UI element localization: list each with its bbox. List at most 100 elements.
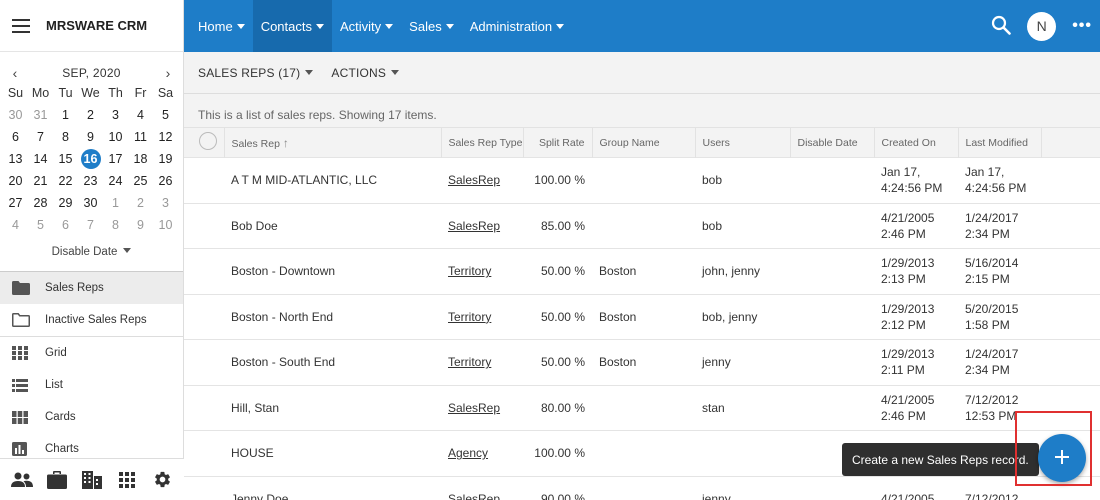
more-options-icon[interactable]: •••: [1072, 17, 1092, 35]
calendar-day[interactable]: 15: [53, 148, 78, 170]
calendar-day[interactable]: 3: [153, 192, 178, 214]
calendar-day[interactable]: 24: [103, 170, 128, 192]
nav-home[interactable]: Home: [190, 0, 253, 52]
calendar-day[interactable]: 7: [28, 126, 53, 148]
nav-administration[interactable]: Administration: [462, 0, 572, 52]
column-header-disable-date[interactable]: Disable Date: [790, 127, 875, 158]
calendar-day[interactable]: 7: [78, 214, 103, 236]
column-header-group-name[interactable]: Group Name: [592, 127, 696, 158]
calendar-day[interactable]: 9: [128, 214, 153, 236]
calendar-day[interactable]: 3: [103, 104, 128, 126]
cell-sales-rep[interactable]: Bob Doe: [224, 203, 441, 249]
calendar-day[interactable]: 11: [128, 126, 153, 148]
calendar-day[interactable]: 26: [153, 170, 178, 192]
type-link[interactable]: SalesRep: [448, 219, 500, 233]
calendar-day[interactable]: 20: [3, 170, 28, 192]
briefcase-icon[interactable]: [45, 468, 69, 492]
view-selector-dropdown[interactable]: SALES REPS (17): [198, 66, 314, 80]
select-all-checkbox[interactable]: [199, 132, 217, 150]
type-link[interactable]: Territory: [448, 310, 491, 324]
actions-dropdown[interactable]: ACTIONS: [331, 66, 400, 80]
nav-activity[interactable]: Activity: [332, 0, 401, 52]
calendar-day[interactable]: 21: [28, 170, 53, 192]
calendar-day[interactable]: 13: [3, 148, 28, 170]
calendar-day[interactable]: 31: [28, 104, 53, 126]
table-row[interactable]: Boston - North End Territory 50.00 % Boston…: [184, 294, 1100, 340]
sidebar-item-cards[interactable]: Cards: [0, 401, 183, 433]
disable-date-dropdown[interactable]: Disable Date: [0, 242, 183, 262]
calendar-day[interactable]: 8: [53, 126, 78, 148]
table-row[interactable]: Jenny Doe SalesRep 90.00 % jenny 4/21/2005 7/…: [184, 476, 1100, 500]
type-link[interactable]: Territory: [448, 264, 491, 278]
column-header-split-rate[interactable]: Split Rate: [523, 127, 593, 158]
calendar-day[interactable]: 1: [103, 192, 128, 214]
sidebar-item-sales-reps[interactable]: Sales Reps: [0, 272, 183, 304]
calendar-day[interactable]: 9: [78, 126, 103, 148]
calendar-day[interactable]: 17: [103, 148, 128, 170]
calendar-day[interactable]: 23: [78, 170, 103, 192]
people-icon[interactable]: [10, 468, 34, 492]
calendar-day[interactable]: 19: [153, 148, 178, 170]
sidebar-item-inactive-sales-reps[interactable]: Inactive Sales Reps: [0, 304, 183, 336]
weekday-label: Mo: [31, 86, 50, 100]
cell-sales-rep[interactable]: Boston - North End: [224, 294, 441, 340]
calendar-day[interactable]: 27: [3, 192, 28, 214]
calendar-day[interactable]: 30: [78, 192, 103, 214]
gear-icon[interactable]: [150, 468, 174, 492]
column-header-users[interactable]: Users: [695, 127, 791, 158]
chevron-left-icon[interactable]: ‹: [8, 65, 22, 81]
sidebar-item-list[interactable]: List: [0, 369, 183, 401]
sidebar-item-grid[interactable]: Grid: [0, 337, 183, 369]
calendar-day-today[interactable]: 16: [78, 148, 103, 170]
calendar-day[interactable]: 22: [53, 170, 78, 192]
calendar-day[interactable]: 1: [53, 104, 78, 126]
cell-sales-rep[interactable]: Boston - Downtown: [224, 249, 441, 295]
calendar-day[interactable]: 12: [153, 126, 178, 148]
column-header-last-modified[interactable]: Last Modified: [958, 127, 1042, 158]
calendar-day[interactable]: 10: [153, 214, 178, 236]
calendar-day[interactable]: 4: [3, 214, 28, 236]
column-header-sales-rep[interactable]: Sales Rep ↑: [224, 127, 442, 158]
table-row[interactable]: Bob Doe SalesRep 85.00 % bob 4/21/2005 2:46 P…: [184, 203, 1100, 249]
cell-users: [695, 431, 790, 477]
calendar-day[interactable]: 14: [28, 148, 53, 170]
search-icon[interactable]: [991, 15, 1013, 37]
calendar-day[interactable]: 29: [53, 192, 78, 214]
type-link[interactable]: Territory: [448, 355, 491, 369]
table-row[interactable]: A T M MID-ATLANTIC, LLC SalesRep 100.00 % b…: [184, 157, 1100, 204]
type-link[interactable]: SalesRep: [448, 173, 500, 187]
table-row[interactable]: Boston - Downtown Territory 50.00 % Boston j…: [184, 248, 1100, 295]
calendar-day[interactable]: 18: [128, 148, 153, 170]
calendar-day[interactable]: 4: [128, 104, 153, 126]
calendar-day[interactable]: 28: [28, 192, 53, 214]
cell-sales-rep[interactable]: A T M MID-ATLANTIC, LLC: [224, 158, 441, 204]
nav-contacts[interactable]: Contacts: [252, 0, 332, 52]
column-header-created-on[interactable]: Created On: [874, 127, 959, 158]
column-header-type[interactable]: Sales Rep Type: [441, 127, 524, 158]
nav-sales[interactable]: Sales: [401, 0, 462, 52]
type-link[interactable]: SalesRep: [448, 492, 500, 500]
building-icon[interactable]: [80, 468, 104, 492]
calendar-day[interactable]: 2: [78, 104, 103, 126]
calendar-day[interactable]: 10: [103, 126, 128, 148]
calendar-day[interactable]: 5: [153, 104, 178, 126]
hamburger-menu-icon[interactable]: [12, 18, 30, 33]
type-link[interactable]: SalesRep: [448, 401, 500, 415]
calendar-day[interactable]: 25: [128, 170, 153, 192]
calendar-day[interactable]: 2: [128, 192, 153, 214]
calendar-day[interactable]: 8: [103, 214, 128, 236]
cell-sales-rep[interactable]: Hill, Stan: [224, 385, 441, 431]
calendar-day[interactable]: 6: [3, 126, 28, 148]
cell-sales-rep[interactable]: Boston - South End: [224, 340, 441, 386]
type-link[interactable]: Agency: [448, 446, 488, 460]
chevron-right-icon[interactable]: ›: [161, 65, 175, 81]
table-row[interactable]: Hill, Stan SalesRep 80.00 % stan 4/21/2005 2:…: [184, 385, 1100, 431]
user-avatar[interactable]: N: [1027, 11, 1057, 41]
calendar-day[interactable]: 6: [53, 214, 78, 236]
apps-grid-icon[interactable]: [115, 468, 139, 492]
table-row[interactable]: Boston - South End Territory 50.00 % Boston…: [184, 339, 1100, 386]
cell-sales-rep[interactable]: Jenny Doe: [224, 476, 441, 500]
calendar-day[interactable]: 5: [28, 214, 53, 236]
cell-sales-rep[interactable]: HOUSE: [224, 431, 441, 477]
calendar-day[interactable]: 30: [3, 104, 28, 126]
